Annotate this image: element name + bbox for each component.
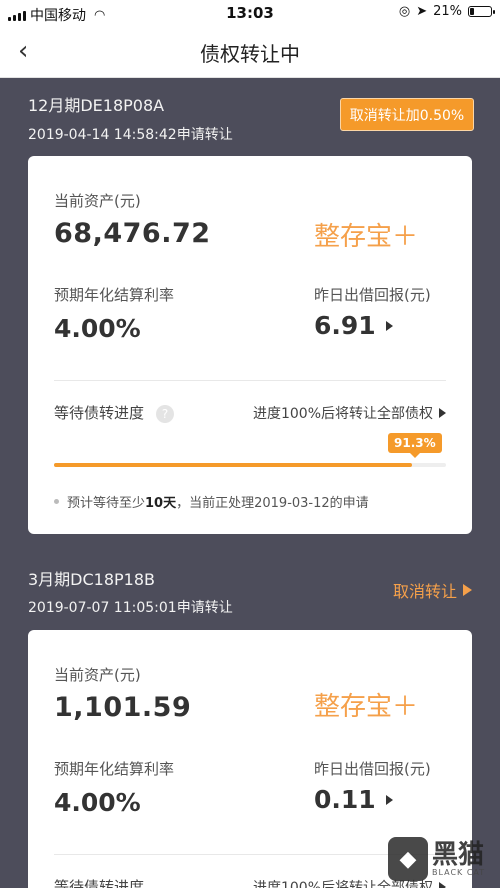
yesterday-return-link[interactable]: 6.91	[314, 311, 393, 340]
status-right: ◎ ➤ 21%	[398, 4, 495, 19]
battery-icon	[468, 6, 495, 17]
cancel-transfer-label: 取消转让	[392, 582, 457, 601]
rate-value-wrap: 4.00%	[54, 314, 141, 343]
product-name: 整存宝＋	[314, 222, 419, 252]
watermark-text-wrap: 黑猫 BLACK CAT	[432, 842, 485, 877]
bullet-icon	[54, 499, 59, 504]
yesterday-value: 0.11	[314, 785, 376, 814]
progress-track	[54, 463, 446, 467]
rate-value-wrap: 4.00%	[54, 788, 141, 817]
black-cat-icon: ◆	[388, 837, 428, 881]
rate-value: 4.00%	[54, 788, 141, 817]
progress-label-wrap: 等待债转进度?	[54, 402, 175, 423]
asset-label: 当前资产(元)	[54, 192, 141, 210]
battery-fill	[470, 8, 474, 15]
record-date: 2019-07-07 11:05:01申请转让	[28, 600, 233, 616]
watermark-logo: ◆ 黑猫 BLACK CAT	[388, 830, 500, 888]
progress-link-text: 进度100%后将转让全部债权	[252, 406, 433, 422]
rate-label: 预期年化结算利率	[54, 760, 175, 778]
record-date: 2019-04-14 14:58:42申请转让	[28, 127, 233, 143]
note-text: 预计等待至少10天，当前正处理2019-03-12的申请	[67, 492, 369, 511]
cancel-transfer-button[interactable]: 取消转让加0.50%	[340, 98, 474, 131]
product-name: 整存宝＋	[314, 692, 419, 722]
progress-label: 等待债转进度	[54, 404, 145, 422]
record-card: 当前资产(元) 68,476.72 整存宝＋ 预期年化结算利率 4.00% 昨日…	[28, 156, 472, 534]
chevron-right-icon	[385, 794, 393, 805]
nav-bar: ‹ 债权转让中	[0, 26, 500, 78]
wait-note: 预计等待至少10天，当前正处理2019-03-12的申请	[54, 492, 369, 511]
progress-label-wrap: 等待债转进度	[54, 876, 144, 888]
note-days: 10天	[145, 496, 177, 511]
rate-label: 预期年化结算利率	[54, 286, 175, 304]
asset-value: 1,101.59	[54, 692, 192, 723]
help-icon[interactable]: ?	[156, 404, 175, 423]
location-icon: ➤	[416, 4, 428, 19]
yesterday-value: 6.91	[314, 311, 376, 340]
progress-label: 等待债转进度	[54, 878, 145, 888]
record-period: 3月期DC18P18B	[28, 570, 156, 589]
note-suffix: ，当前正处理2019-03-12的申请	[176, 496, 369, 511]
progress-info-link[interactable]: 进度100%后将转让全部债权	[253, 403, 446, 423]
chevron-right-icon	[439, 408, 446, 418]
progress-fill	[54, 463, 412, 467]
watermark-text: 黑猫	[432, 839, 485, 870]
chevron-right-icon	[463, 584, 472, 596]
yesterday-return-link[interactable]: 0.11	[314, 785, 393, 814]
progress-badge: 91.3%	[388, 433, 442, 458]
battery-percent: 21%	[433, 4, 462, 19]
note-prefix: 预计等待至少	[67, 496, 146, 511]
record-period: 12月期DE18P08A	[28, 96, 165, 115]
cancel-transfer-link[interactable]: 取消转让	[393, 578, 472, 602]
chevron-right-icon	[385, 320, 393, 331]
divider	[54, 380, 446, 381]
status-bar: 中国移动 ◠ 13:03 ◎ ➤ 21%	[0, 0, 500, 26]
yesterday-label: 昨日出借回报(元)	[314, 760, 431, 778]
rotation-lock-icon: ◎	[398, 4, 411, 19]
yesterday-label: 昨日出借回报(元)	[314, 286, 431, 304]
asset-value: 68,476.72	[54, 218, 211, 249]
watermark-sub: BLACK CAT	[432, 867, 486, 877]
rate-value: 4.00%	[54, 314, 141, 343]
asset-label: 当前资产(元)	[54, 666, 141, 684]
page-title: 债权转让中	[200, 42, 300, 66]
